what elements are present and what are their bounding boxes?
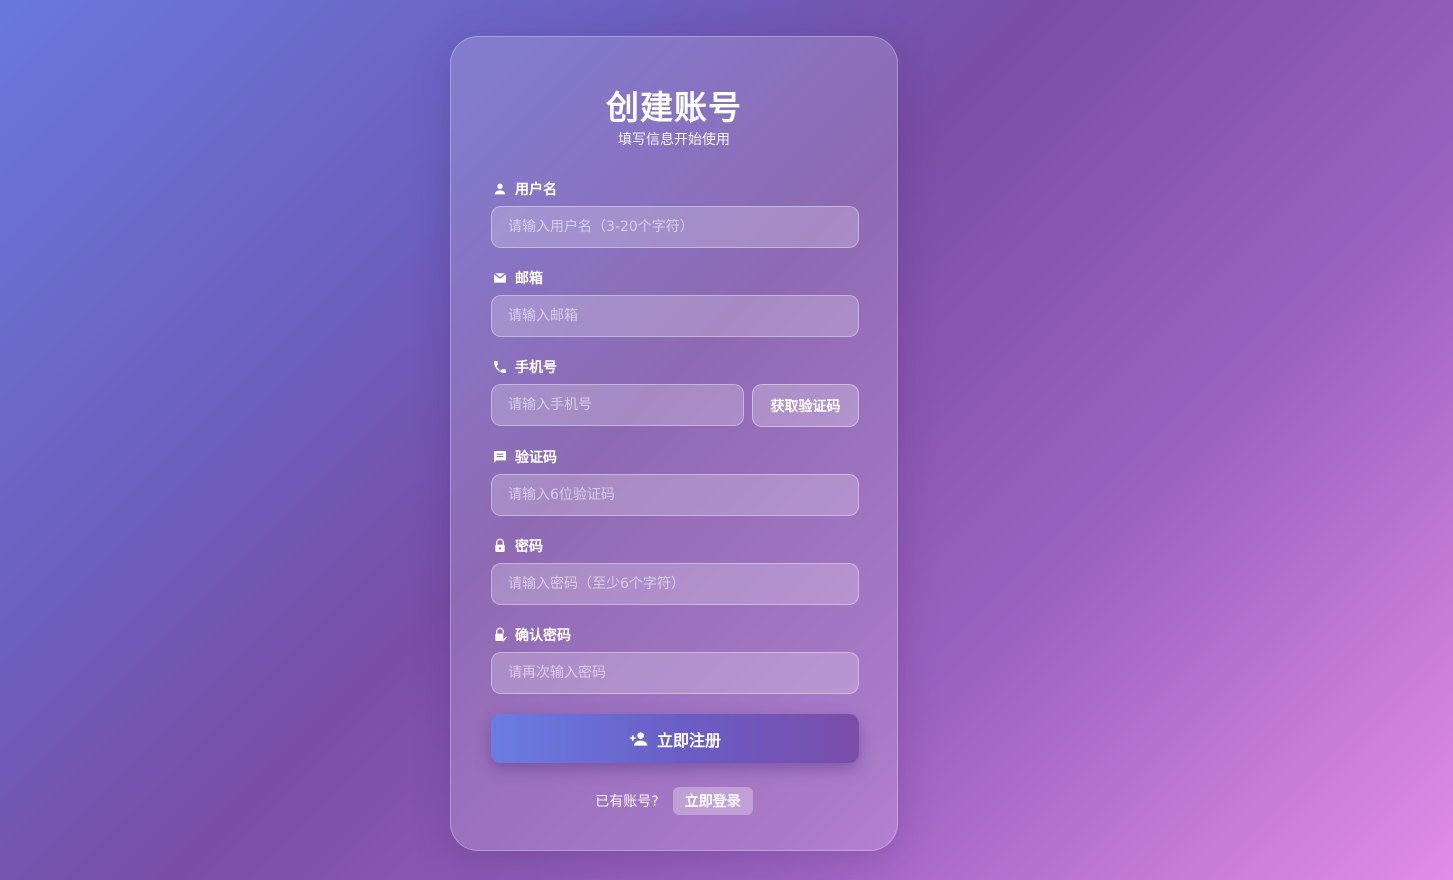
page-subtitle: 填写信息开始使用 [618, 132, 730, 148]
confirm-password-input[interactable] [491, 652, 859, 694]
confirm-password-label: 确认密码 [515, 628, 571, 644]
mail-icon [491, 269, 509, 287]
phone-label-row: 手机号 [491, 358, 557, 376]
lock-check-icon [491, 626, 509, 644]
page-title: 创建账号 [606, 88, 742, 127]
lock-icon [491, 537, 509, 555]
email-label: 邮箱 [515, 271, 543, 287]
email-input[interactable] [491, 295, 859, 337]
code-label-row: 验证码 [491, 448, 557, 466]
person-icon [491, 180, 509, 198]
confirm-password-label-row: 确认密码 [491, 626, 571, 644]
code-input[interactable] [491, 474, 859, 516]
phone-label: 手机号 [515, 360, 557, 376]
username-label: 用户名 [515, 182, 557, 198]
register-card: 创建账号 填写信息开始使用 用户名 邮箱 手机号 获取验证码 验证码 [450, 36, 898, 851]
password-label-row: 密码 [491, 537, 543, 555]
phone-icon [491, 358, 509, 376]
person-add-icon [629, 729, 649, 749]
username-label-row: 用户名 [491, 180, 557, 198]
login-prompt-text: 已有账号? [595, 794, 659, 810]
get-code-button[interactable]: 获取验证码 [752, 384, 859, 427]
code-label: 验证码 [515, 450, 557, 466]
message-icon [491, 448, 509, 466]
username-input[interactable] [491, 206, 859, 248]
register-button-label: 立即注册 [656, 730, 721, 750]
email-label-row: 邮箱 [491, 269, 543, 287]
register-button[interactable]: 立即注册 [491, 714, 859, 763]
password-input[interactable] [491, 563, 859, 605]
phone-input[interactable] [491, 384, 744, 426]
login-prompt: 已有账号? 立即登录 [451, 787, 897, 815]
login-link[interactable]: 立即登录 [672, 787, 753, 815]
password-label: 密码 [515, 539, 543, 555]
